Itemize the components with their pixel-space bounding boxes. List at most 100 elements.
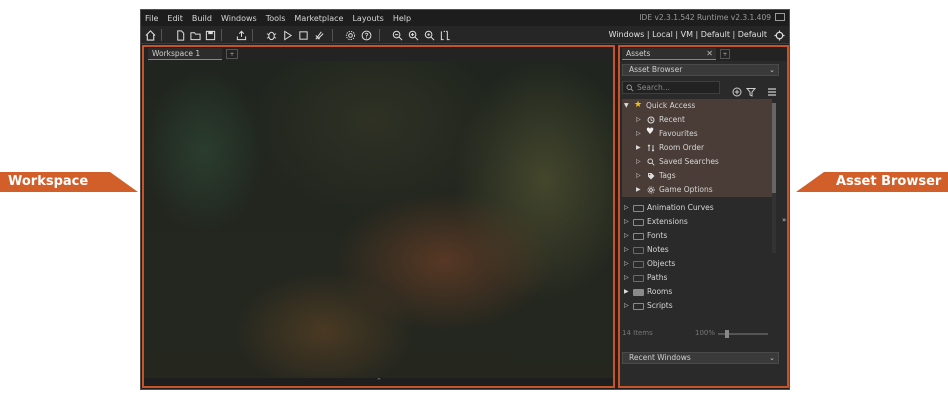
tree-row-notes[interactable]: ▷ Notes [622,243,772,257]
window-mode-icon[interactable] [775,13,785,21]
tree-row-animation-curves[interactable]: ▷ Animation Curves [622,201,772,215]
expand-right-icon[interactable]: » [782,216,786,224]
folder-label: Fonts [647,231,668,240]
zoom-reset-icon[interactable] [422,28,436,42]
tree-item-label: Room Order [659,143,705,152]
zoom-in-icon[interactable] [406,28,420,42]
close-icon[interactable]: ✕ [706,48,713,60]
tree-row-tags[interactable]: ▷ Tags [622,169,772,183]
tree-row-objects[interactable]: ▷ Objects [622,257,772,271]
settings-icon[interactable] [343,28,357,42]
asset-browser-dropdown-label: Asset Browser [629,65,683,74]
add-workspace-button[interactable]: + [226,49,238,59]
tree-row-favourites[interactable]: ▷ ♥ Favourites [622,127,772,141]
grid-icon[interactable] [438,28,452,42]
new-file-icon[interactable] [173,28,187,42]
caret-right-outline-icon[interactable]: ▷ [624,215,629,229]
tree-scrollbar[interactable] [772,103,776,253]
workspace-panel: Workspace 1 + ⌃ [142,45,615,388]
tree-item-label: Game Options [659,185,713,194]
stop-icon[interactable] [296,28,310,42]
caret-right-outline-icon[interactable]: ▷ [636,155,641,169]
menu-windows[interactable]: Windows [221,14,257,23]
menu-marketplace[interactable]: Marketplace [294,14,343,23]
folder-label: Objects [647,259,676,268]
search-input[interactable] [637,82,717,93]
export-icon[interactable] [234,28,248,42]
tree-row-room-order[interactable]: ▶ Room Order [622,141,772,155]
menu-tools[interactable]: Tools [266,14,286,23]
item-count: 14 Items [622,329,653,337]
heart-icon: ♥ [646,127,655,137]
asset-tree: ▼ ★ Quick Access ▷ Recent ▷ ♥ Favourites… [622,99,772,313]
menu-help[interactable]: Help [393,14,411,23]
quick-access-label: Quick Access [646,101,696,110]
caret-right-outline-icon[interactable]: ▷ [636,113,641,127]
add-asset-icon[interactable] [732,82,743,97]
caret-right-icon[interactable]: ▶ [636,183,641,197]
folder-icon [633,205,644,212]
menu-icon[interactable] [767,82,778,96]
caret-right-outline-icon[interactable]: ▷ [624,271,629,285]
caret-right-outline-icon[interactable]: ▷ [636,127,641,141]
asset-browser-dropdown[interactable]: Asset Browser ⌄ [622,64,779,76]
target-selector[interactable]: Windows | Local | VM | Default | Default [609,30,767,39]
recent-windows-dropdown[interactable]: Recent Windows ⌄ [622,352,779,364]
menu-file[interactable]: File [145,14,158,23]
folder-icon [633,247,644,254]
workspace-callout: Workspace [0,172,138,192]
clean-icon[interactable] [312,28,326,42]
debug-icon[interactable] [264,28,278,42]
version-text: IDE v2.3.1.542 Runtime v2.3.1.409 [639,13,771,22]
tree-row-extensions[interactable]: ▷ Extensions [622,215,772,229]
workspace-canvas[interactable] [144,61,613,380]
tree-item-label: Tags [659,171,676,180]
recent-windows-label: Recent Windows [629,353,691,362]
zoom-out-icon[interactable] [390,28,404,42]
tree-row-quick-access[interactable]: ▼ ★ Quick Access [622,99,772,113]
help-icon[interactable] [359,28,373,42]
caret-right-icon[interactable]: ▶ [636,141,641,155]
folder-label: Paths [647,273,668,282]
tree-row-fonts[interactable]: ▷ Fonts [622,229,772,243]
caret-right-outline-icon[interactable]: ▷ [624,299,629,313]
search-icon [626,84,634,92]
workspace-bottom-bar: ⌃ [144,377,613,386]
folder-icon [633,233,644,240]
menu-edit[interactable]: Edit [167,14,183,23]
workspace-tab-bar: Workspace 1 + [144,47,613,61]
caret-right-outline-icon[interactable]: ▷ [624,201,629,215]
scrollbar-thumb[interactable] [772,103,776,193]
tree-row-saved-searches[interactable]: ▷ Saved Searches [622,155,772,169]
filter-icon[interactable] [745,82,757,97]
caret-right-outline-icon[interactable]: ▷ [636,169,641,183]
menu-layouts[interactable]: Layouts [352,14,383,23]
menu-build[interactable]: Build [192,14,212,23]
home-icon[interactable] [143,28,157,42]
target-icon[interactable] [772,28,786,42]
tree-row-scripts[interactable]: ▷ Scripts [622,299,772,313]
caret-right-outline-icon[interactable]: ▷ [624,243,629,257]
folder-icon [633,289,644,296]
open-folder-icon[interactable] [188,28,202,42]
tree-row-recent[interactable]: ▷ Recent [622,113,772,127]
search-box[interactable] [622,81,720,94]
caret-right-outline-icon[interactable]: ▷ [624,229,629,243]
caret-down-icon[interactable]: ▼ [624,99,629,113]
zoom-slider-knob[interactable] [725,330,729,338]
tab-workspace-1[interactable]: Workspace 1 [148,48,222,60]
save-icon[interactable] [203,28,217,42]
tree-row-paths[interactable]: ▷ Paths [622,271,772,285]
expand-up-icon[interactable]: ⌃ [376,377,382,385]
folder-icon [633,275,644,282]
tree-row-game-options[interactable]: ▶ Game Options [622,183,772,197]
caret-right-icon[interactable]: ▶ [624,285,629,299]
add-tab-button[interactable]: + [720,49,730,59]
tab-assets[interactable]: Assets ✕ [622,48,716,60]
menu-bar: File Edit Build Windows Tools Marketplac… [141,10,789,26]
caret-right-outline-icon[interactable]: ▷ [624,257,629,271]
tree-row-rooms[interactable]: ▶ Rooms [622,285,772,299]
star-icon: ★ [634,100,643,110]
play-icon[interactable] [280,28,294,42]
search-icon [647,158,655,166]
